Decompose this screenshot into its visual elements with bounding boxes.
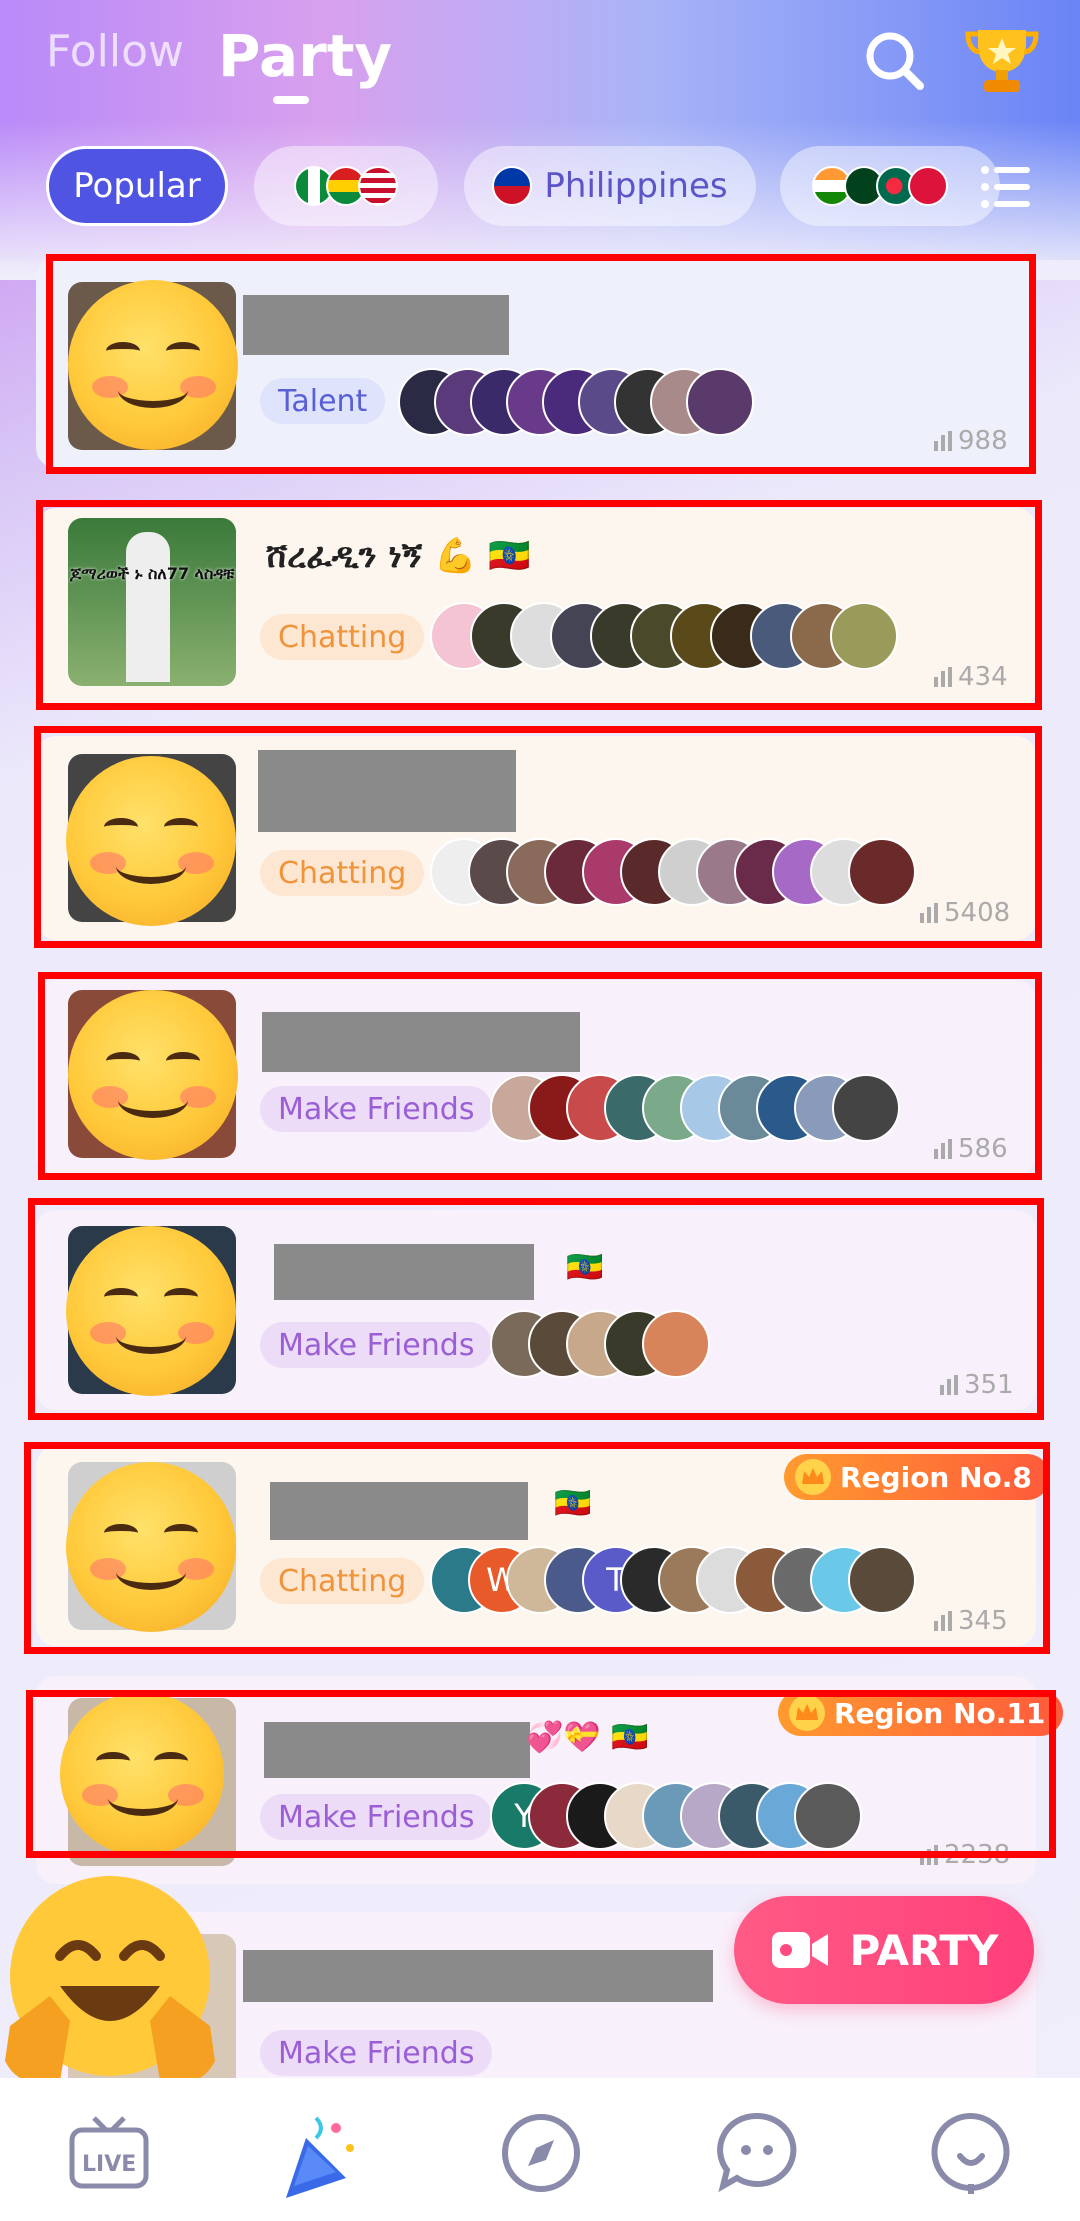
signal-bars-icon	[934, 431, 952, 451]
member-avatar	[686, 368, 754, 436]
signal-bars-icon	[934, 1611, 952, 1631]
filter-popular[interactable]: Popular	[46, 146, 228, 226]
room-title: 🇪🇹	[566, 1250, 604, 1285]
category-tag: Make Friends	[260, 2030, 493, 2076]
member-avatar	[794, 1782, 862, 1850]
crown-icon	[795, 1459, 831, 1495]
list-menu-icon[interactable]	[980, 164, 1032, 210]
filter-africa-flags[interactable]	[254, 146, 438, 226]
region-rank-label: Region No.8	[840, 1460, 1032, 1494]
listener-count-value: 2238	[944, 1840, 1011, 1870]
signal-bars-icon	[920, 1845, 938, 1865]
listener-count-value: 345	[958, 1606, 1008, 1636]
redacted-title	[258, 750, 516, 832]
listener-count: 345	[934, 1606, 1008, 1636]
redacted-title	[243, 1950, 713, 2002]
usa-flag-icon	[358, 166, 398, 206]
category-tag: Chatting	[260, 1558, 425, 1604]
crown-icon	[789, 1695, 825, 1731]
redacted-title	[262, 1012, 580, 1072]
top-bar: Follow Party	[0, 0, 1080, 140]
listener-count-value: 586	[958, 1134, 1008, 1164]
face-cover-emoji-icon	[68, 990, 238, 1160]
room-title: 🇪🇹	[554, 1486, 592, 1521]
listener-count: 5408	[920, 898, 1010, 928]
party-button-label: PARTY	[849, 1925, 999, 1975]
category-tag: Chatting	[260, 614, 425, 660]
nav-live[interactable]: LIVE	[64, 2108, 154, 2198]
region-rank-badge: Region No.11	[778, 1690, 1064, 1736]
category-tag: Make Friends	[260, 1322, 493, 1368]
region-rank-badge: Region No.8	[784, 1454, 1050, 1500]
trophy-icon[interactable]	[964, 20, 1040, 96]
start-party-button[interactable]: PARTY	[734, 1896, 1034, 2004]
signal-bars-icon	[940, 1375, 958, 1395]
region-rank-label: Region No.11	[834, 1696, 1046, 1730]
nepal-flag-icon	[908, 166, 948, 206]
tab-party-indicator	[273, 96, 309, 104]
member-avatars	[430, 838, 916, 906]
nav-profile[interactable]	[926, 2108, 1016, 2198]
filter-south-asia-flags[interactable]	[780, 146, 1000, 226]
category-tag: Make Friends	[260, 1086, 493, 1132]
region-filter-bar: Popular Philippines	[0, 142, 1080, 232]
member-avatars: Y	[490, 1782, 862, 1850]
philippines-flag-icon	[492, 166, 533, 206]
listener-count: 586	[934, 1134, 1008, 1164]
listener-count-value: 988	[958, 426, 1008, 456]
face-cover-emoji-icon	[68, 280, 238, 450]
profile-face-icon	[931, 2113, 1010, 2194]
redacted-title	[270, 1482, 528, 1540]
member-avatars: W T	[430, 1546, 920, 1614]
category-tag: Chatting	[260, 850, 425, 896]
face-cover-emoji-icon	[66, 1462, 236, 1632]
member-avatar	[642, 1310, 710, 1378]
face-cover-emoji-icon	[66, 1226, 236, 1396]
room-title: 💞💝 🇪🇹	[526, 1720, 649, 1755]
signal-bars-icon	[934, 1139, 952, 1159]
thumbnail-caption: ጆማሪወች ኑ ስለ77 ላስዳቹ	[69, 564, 235, 583]
listener-count: 434	[934, 662, 1008, 692]
face-cover-emoji-icon	[66, 756, 236, 926]
listener-count-value: 434	[958, 662, 1008, 692]
tab-follow[interactable]: Follow	[46, 26, 184, 77]
member-avatars	[490, 1074, 920, 1142]
bottom-navigation: LIVE	[0, 2078, 1080, 2221]
redacted-title	[264, 1722, 530, 1778]
listener-count-value: 5408	[944, 898, 1011, 928]
party-popper-icon	[286, 2116, 354, 2198]
member-avatar	[832, 1074, 900, 1142]
compass-icon	[502, 2114, 580, 2192]
listener-count-value: 351	[964, 1370, 1014, 1400]
filter-philippines[interactable]: Philippines	[464, 146, 756, 226]
signal-bars-icon	[934, 667, 952, 687]
member-avatars	[430, 602, 920, 670]
search-icon[interactable]	[862, 28, 926, 92]
signal-bars-icon	[920, 903, 938, 923]
listener-count: 988	[934, 426, 1008, 456]
chat-bubble-icon	[717, 2112, 797, 2193]
room-thumbnail: ጆማሪወች ኑ ስለ77 ላስዳቹ	[68, 518, 236, 686]
member-avatars	[490, 1310, 710, 1378]
face-cover-emoji-icon	[60, 1692, 224, 1856]
filter-philippines-label: Philippines	[544, 166, 728, 206]
nav-live-label: LIVE	[82, 2152, 137, 2177]
listener-count: 2238	[920, 1840, 1010, 1870]
redacted-title	[243, 295, 509, 355]
filter-popular-label: Popular	[73, 166, 201, 206]
member-avatars	[398, 368, 768, 436]
member-avatar	[848, 838, 916, 906]
member-avatar	[830, 602, 898, 670]
video-camera-icon	[771, 1932, 828, 1968]
nav-party[interactable]	[266, 2108, 356, 2198]
tab-party[interactable]: Party	[218, 22, 392, 90]
nav-explore[interactable]	[496, 2108, 586, 2198]
room-title: ሸረፈዲን ነኝ 💪 🇪🇹	[266, 536, 531, 576]
redacted-title	[274, 1244, 534, 1300]
listener-count: 351	[940, 1370, 1014, 1400]
member-avatar	[848, 1546, 916, 1614]
category-tag: Talent	[260, 378, 386, 424]
nav-messages[interactable]	[712, 2108, 802, 2198]
category-tag: Make Friends	[260, 1794, 493, 1840]
